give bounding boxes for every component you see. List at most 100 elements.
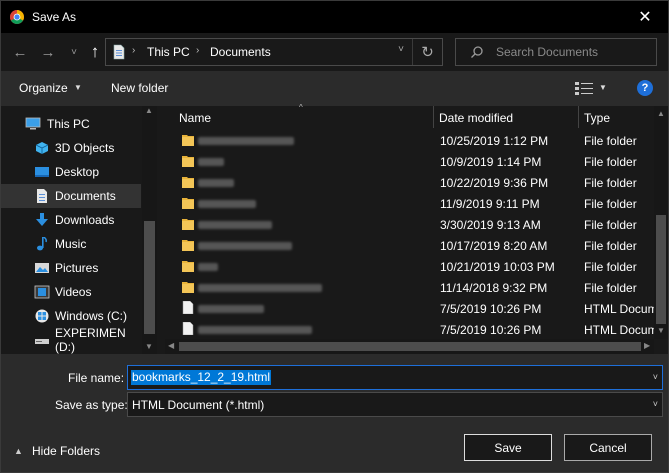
column-divider[interactable] [578, 106, 579, 128]
table-row[interactable]: 3/30/2019 9:13 AM File folder [165, 214, 655, 235]
forward-button[interactable]: → [38, 42, 58, 62]
save-as-type-select[interactable]: HTML Document (*.html) ˅ [127, 392, 663, 417]
cube-icon [35, 142, 49, 154]
up-button[interactable]: ↑ [85, 42, 105, 62]
music-icon [37, 237, 47, 251]
sidebar-item-documents[interactable]: Documents [1, 184, 141, 208]
command-toolbar: Organize ▼ New folder ▼ ? [1, 71, 668, 106]
file-name-label: File name: [68, 371, 125, 385]
organize-button[interactable]: Organize [19, 81, 68, 95]
sidebar-item-experimen-d[interactable]: EXPERIMEN (D:) [1, 326, 141, 354]
redacted-file-name [198, 242, 292, 250]
table-row[interactable]: 10/21/2019 10:03 PM File folder [165, 256, 655, 277]
window-title: Save As [32, 10, 77, 24]
redacted-file-name [198, 179, 234, 187]
file-date-modified: 11/9/2019 9:11 PM [440, 197, 540, 211]
scroll-up-icon[interactable]: ▲ [145, 106, 153, 115]
address-dropdown-icon[interactable]: ˅ [398, 44, 404, 55]
sidebar-item-windows-c[interactable]: Windows (C:) [1, 304, 141, 328]
refresh-icon: ↻ [421, 44, 434, 61]
folder-icon [182, 177, 194, 188]
view-options-caret-icon[interactable]: ▼ [599, 83, 607, 92]
table-row[interactable]: 7/5/2019 10:26 PM HTML Document [165, 319, 655, 340]
column-divider[interactable] [433, 106, 434, 128]
file-type: File folder [584, 239, 637, 253]
refresh-button[interactable]: ↻ [412, 39, 442, 65]
chrome-icon [10, 10, 24, 24]
column-header-name[interactable]: Name [179, 111, 211, 125]
scroll-up-icon[interactable]: ▲ [657, 109, 665, 118]
table-row[interactable]: 10/22/2019 9:36 PM File folder [165, 172, 655, 193]
file-date-modified: 3/30/2019 9:13 AM [440, 218, 541, 232]
file-list-scroll-thumb[interactable] [656, 215, 666, 324]
help-button[interactable]: ? [637, 80, 653, 96]
table-row[interactable]: 11/9/2019 9:11 PM File folder [165, 193, 655, 214]
redacted-file-name [198, 137, 294, 145]
table-row[interactable]: 11/14/2018 9:32 PM File folder [165, 277, 655, 298]
redacted-file-name [198, 158, 224, 166]
close-button[interactable]: ✕ [622, 1, 668, 33]
breadcrumb-documents[interactable]: Documents [210, 45, 271, 59]
column-header-date-modified[interactable]: Date modified [439, 111, 513, 125]
chevron-down-icon[interactable]: ˅ [653, 399, 658, 409]
file-date-modified: 11/14/2018 9:32 PM [440, 281, 548, 295]
file-date-modified: 10/21/2019 10:03 PM [440, 260, 555, 274]
desktop-icon [35, 167, 49, 177]
hide-folders-label[interactable]: Hide Folders [32, 444, 100, 458]
file-name-input[interactable]: bookmarks_12_2_19.html ˅ [127, 365, 663, 390]
file-list-horizontal-scrollbar[interactable]: ◀ ▶ [165, 339, 654, 354]
download-icon [36, 213, 48, 226]
sidebar-item-label: Documents [55, 189, 116, 203]
file-date-modified: 10/25/2019 1:12 PM [440, 134, 549, 148]
recent-locations-button[interactable]: ˅ [64, 42, 84, 62]
sidebar-item-pictures[interactable]: Pictures [1, 256, 141, 280]
navigation-bar: ← → ˅ ↑ › This PC › Documents ˅ ↻ Search… [1, 33, 668, 71]
scroll-down-icon[interactable]: ▼ [657, 326, 665, 335]
sort-ascending-icon: ^ [299, 103, 303, 112]
table-row[interactable]: 10/9/2019 1:14 PM File folder [165, 151, 655, 172]
html-file-icon [182, 322, 194, 335]
back-button[interactable]: ← [10, 42, 30, 62]
chevron-down-icon[interactable]: ˅ [653, 372, 658, 382]
breadcrumb-this-pc[interactable]: This PC [147, 45, 190, 59]
column-header-row: ^ Name Date modified Type [165, 103, 655, 131]
sidebar-item-this-pc[interactable]: This PC [1, 112, 141, 136]
table-row[interactable]: 10/17/2019 8:20 AM File folder [165, 235, 655, 256]
cancel-button[interactable]: Cancel [564, 434, 652, 461]
sidebar-item-3d-objects[interactable]: 3D Objects [1, 136, 141, 160]
file-type: File folder [584, 260, 637, 274]
sidebar-item-music[interactable]: Music [1, 232, 141, 256]
sidebar-item-downloads[interactable]: Downloads [1, 208, 141, 232]
sidebar-item-desktop[interactable]: Desktop [1, 160, 141, 184]
file-type: File folder [584, 218, 637, 232]
table-row[interactable]: 7/5/2019 10:26 PM HTML Document [165, 298, 655, 319]
table-row[interactable]: 10/25/2019 1:12 PM File folder [165, 130, 655, 151]
redacted-file-name [198, 263, 218, 271]
search-input[interactable]: Search Documents [455, 38, 657, 66]
sidebar-scroll-thumb[interactable] [144, 221, 155, 334]
address-bar[interactable]: › This PC › Documents ˅ ↻ [105, 38, 443, 66]
save-as-dialog: Save As ✕ ← → ˅ ↑ › This PC › Documents … [0, 0, 669, 473]
file-name-value[interactable]: bookmarks_12_2_19.html [131, 370, 272, 385]
sidebar-scrollbar[interactable]: ▲ ▼ [142, 106, 157, 354]
file-date-modified: 10/17/2019 8:20 AM [440, 239, 548, 253]
column-header-type[interactable]: Type [584, 111, 610, 125]
view-options-icon[interactable] [574, 80, 594, 96]
sidebar-item-label: Videos [55, 285, 92, 299]
sidebar-item-label: Downloads [55, 213, 115, 227]
scroll-left-icon[interactable]: ◀ [168, 341, 174, 350]
file-list-hscroll-thumb[interactable] [179, 342, 641, 351]
scroll-right-icon[interactable]: ▶ [644, 341, 650, 350]
pc-icon [25, 117, 41, 130]
arrow-left-icon: ← [12, 43, 28, 61]
redacted-file-name [198, 326, 312, 334]
file-list-vertical-scrollbar[interactable]: ▲ ▼ [654, 106, 668, 339]
sidebar-item-videos[interactable]: Videos [1, 280, 141, 304]
save-button[interactable]: Save [464, 434, 552, 461]
arrow-up-icon: ↑ [90, 42, 100, 61]
new-folder-button[interactable]: New folder [111, 81, 168, 95]
sidebar-item-label: 3D Objects [55, 141, 115, 155]
scroll-down-icon[interactable]: ▼ [145, 342, 153, 351]
redacted-file-name [198, 284, 322, 292]
breadcrumb-separator-icon: › [132, 45, 136, 56]
